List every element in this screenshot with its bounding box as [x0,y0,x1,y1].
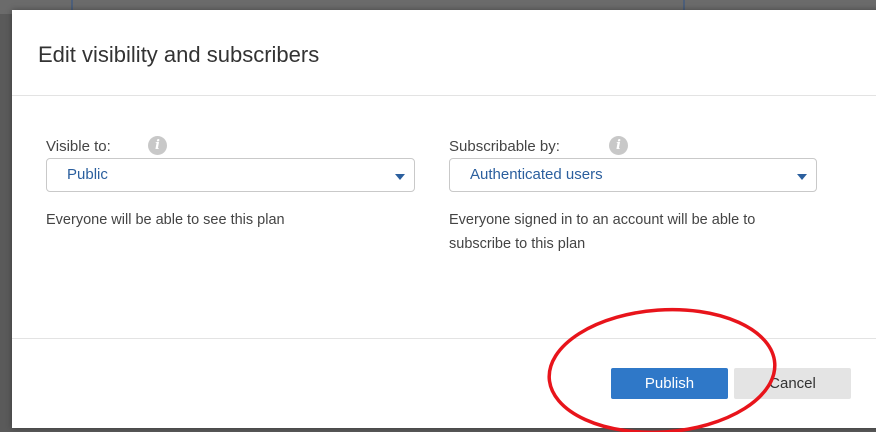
subscribable-by-select[interactable]: Authenticated users [449,158,817,192]
publish-button[interactable]: Publish [611,368,728,399]
cancel-button[interactable]: Cancel [734,368,851,399]
visible-to-help-text: Everyone will be able to see this plan [46,212,285,228]
info-icon[interactable]: i [609,136,628,155]
subscribable-by-help-text: Everyone signed in to an account will be… [449,208,755,256]
subscribable-by-help-line-1: Everyone signed in to an account will be… [449,212,756,228]
visible-to-selected-value: Public [67,166,108,183]
edit-visibility-dialog: Edit visibility and subscribers Visible … [12,10,876,428]
chevron-down-icon [797,174,807,180]
subscribable-by-label: Subscribable by: [449,138,560,155]
visible-to-label: Visible to: [46,138,111,155]
visible-to-select[interactable]: Public [46,158,415,192]
footer-divider [12,338,876,339]
subscribable-by-help-line-2: subscribe to this plan [449,236,586,252]
chevron-down-icon [395,174,405,180]
dialog-header: Edit visibility and subscribers [12,10,876,96]
subscribable-by-selected-value: Authenticated users [470,166,603,183]
info-icon[interactable]: i [148,136,167,155]
dialog-title: Edit visibility and subscribers [38,42,320,67]
